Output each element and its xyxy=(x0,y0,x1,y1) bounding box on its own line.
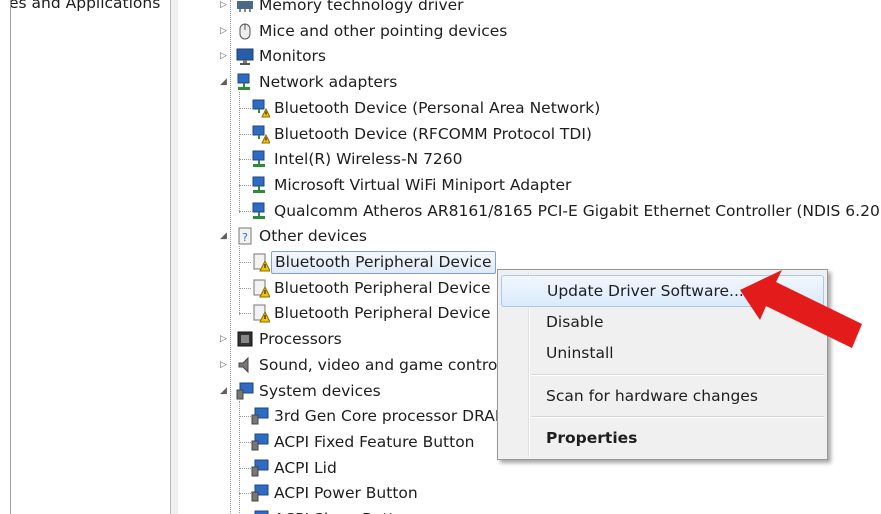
tree-node[interactable]: ◢ Network adapters xyxy=(178,70,881,94)
menu-item-scan-hardware[interactable]: Scan for hardware changes xyxy=(501,381,822,411)
console-tree-item[interactable]: es and Applications xyxy=(11,0,160,12)
system-device-icon xyxy=(250,483,270,503)
tree-node-label: ACPI Fixed Feature Button xyxy=(274,432,475,451)
tree-node[interactable]: ◢? Other devices xyxy=(178,224,881,248)
tree-node-label: System devices xyxy=(259,381,381,400)
unknown-device-icon: ? xyxy=(235,226,255,246)
svg-text:?: ? xyxy=(242,231,248,244)
device-warning-icon xyxy=(250,278,271,298)
tree-node-label: Processors xyxy=(259,330,342,349)
network-adapter-icon xyxy=(250,175,270,195)
expand-arrow-icon[interactable]: ▷ xyxy=(219,335,228,344)
tree-node-label: Sound, video and game controllers xyxy=(259,355,530,374)
tree-node-label: Other devices xyxy=(259,227,367,246)
menu-item-label: Properties xyxy=(546,429,638,447)
tree-node[interactable]: ▷ Mice and other pointing devices xyxy=(178,19,881,43)
tree-node-label: Qualcomm Atheros AR8161/8165 PCI-E Gigab… xyxy=(274,201,881,220)
tree-node-label: Monitors xyxy=(259,47,326,66)
console-tree-pane[interactable]: es and Applications xyxy=(10,0,171,514)
tree-node-label: Bluetooth Peripheral Device xyxy=(274,304,491,323)
tree-node[interactable]: Bluetooth Device (Personal Area Network) xyxy=(178,96,881,120)
tree-node-label: Microsoft Virtual WiFi Miniport Adapter xyxy=(274,175,572,194)
tree-node[interactable]: Qualcomm Atheros AR8161/8165 PCI-E Gigab… xyxy=(178,199,881,223)
tree-connector-line xyxy=(239,400,240,514)
device-warning-icon xyxy=(250,252,271,272)
tree-node-label: Memory technology driver xyxy=(259,0,464,14)
system-device-icon xyxy=(235,381,255,401)
tree-node[interactable]: Bluetooth Device (RFCOMM Protocol TDI) xyxy=(178,122,881,146)
tree-node-label: Mice and other pointing devices xyxy=(259,21,508,40)
network-adapter-icon xyxy=(235,72,255,92)
menu-separator xyxy=(531,374,824,376)
tree-node-label: Bluetooth Device (Personal Area Network) xyxy=(274,98,601,117)
expand-arrow-icon[interactable]: ▷ xyxy=(219,360,228,370)
device-manager-window: es and Applications ▷ Memory technology d… xyxy=(0,0,881,514)
menu-separator xyxy=(531,416,824,418)
network-adapter-icon xyxy=(250,149,270,169)
tree-node[interactable]: Intel(R) Wireless-N 7260 xyxy=(178,147,881,171)
expand-arrow-icon[interactable]: ▷ xyxy=(219,1,228,10)
tree-node[interactable]: ACPI Sleep Button xyxy=(178,507,881,514)
tree-connector-line xyxy=(239,92,240,213)
tree-node-label: Network adapters xyxy=(259,73,398,92)
tree-node-label: Bluetooth Peripheral Device xyxy=(274,278,491,297)
system-device-icon xyxy=(250,458,270,478)
speaker-icon xyxy=(235,355,255,375)
device-warning-icon xyxy=(250,303,271,323)
tree-node-label: ACPI Power Button xyxy=(274,484,418,503)
tree-node[interactable]: ▷ Memory technology driver xyxy=(178,0,881,17)
monitor-icon xyxy=(235,46,255,66)
tree-connector-line xyxy=(239,246,240,316)
tree-node-label: Bluetooth Peripheral Device xyxy=(271,251,496,274)
tree-node-label: ACPI Sleep Button xyxy=(271,507,417,514)
network-adapter-warning-icon xyxy=(250,124,271,144)
expand-arrow-icon[interactable]: ▷ xyxy=(219,26,228,36)
mouse-icon xyxy=(235,21,255,41)
tree-node[interactable]: ▷ Monitors xyxy=(178,44,881,68)
system-device-icon xyxy=(250,509,270,514)
collapse-arrow-icon[interactable]: ◢ xyxy=(219,386,228,396)
red-arrow-annotation xyxy=(740,270,862,348)
tree-node-label: Intel(R) Wireless-N 7260 xyxy=(274,150,463,169)
tree-node[interactable]: ACPI Power Button xyxy=(178,481,881,505)
system-device-icon xyxy=(250,432,270,452)
menu-item-label: Uninstall xyxy=(546,344,614,362)
memory-icon xyxy=(235,0,255,15)
collapse-arrow-icon[interactable]: ◢ xyxy=(219,232,228,241)
menu-item-label: Update Driver Software... xyxy=(547,282,744,300)
system-device-icon xyxy=(250,406,270,426)
tree-node-label: ACPI Lid xyxy=(274,458,337,477)
network-adapter-warning-icon xyxy=(250,98,271,118)
collapse-arrow-icon[interactable]: ◢ xyxy=(219,78,228,87)
expand-arrow-icon[interactable]: ▷ xyxy=(219,52,228,61)
tree-node-label: Bluetooth Device (RFCOMM Protocol TDI) xyxy=(274,124,592,143)
tree-node[interactable]: Microsoft Virtual WiFi Miniport Adapter xyxy=(178,173,881,197)
network-adapter-icon xyxy=(250,201,270,221)
menu-item-label: Disable xyxy=(546,313,604,331)
processor-icon xyxy=(235,329,255,349)
menu-item-label: Scan for hardware changes xyxy=(546,387,758,405)
menu-item-properties[interactable]: Properties xyxy=(501,423,822,453)
